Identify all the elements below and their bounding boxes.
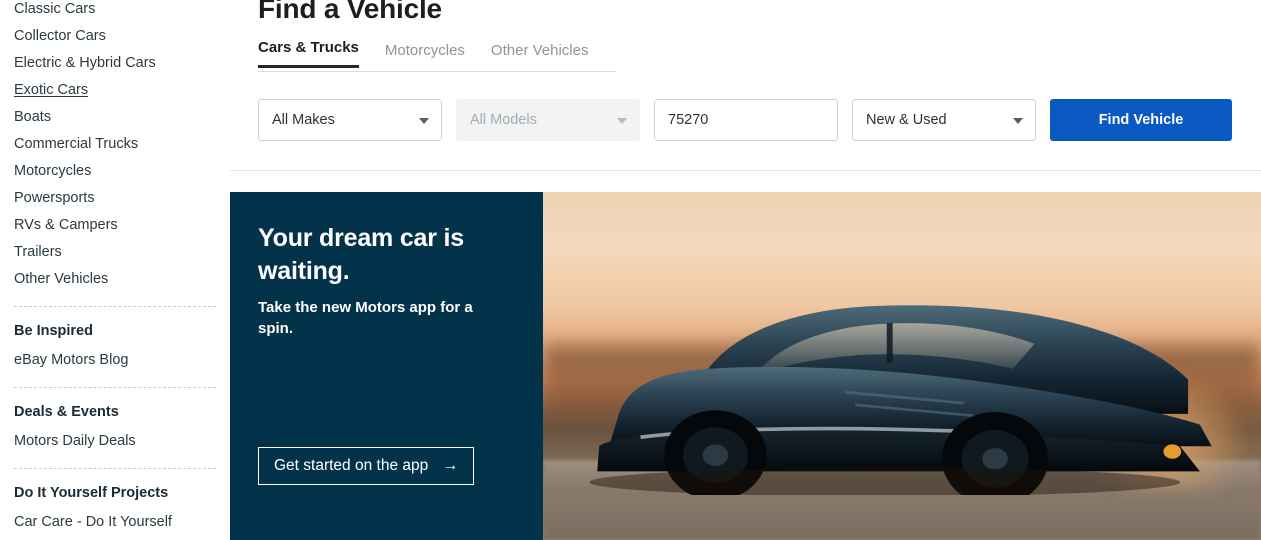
sidebar-item-commercial-trucks[interactable]: Commercial Trucks xyxy=(0,131,230,158)
vehicle-search-form: All Makes All Models New & Used Find Veh… xyxy=(258,99,1261,141)
sidebar-group-title: Do It Yourself Projects xyxy=(14,485,169,501)
find-a-vehicle-section: Find a Vehicle Cars & Trucks Motorcycles… xyxy=(230,0,1261,540)
sidebar-item-electric-hybrid-cars[interactable]: Electric & Hybrid Cars xyxy=(0,50,230,77)
sidebar-item-classic-cars[interactable]: Classic Cars xyxy=(0,0,230,23)
sidebar-divider xyxy=(14,306,216,307)
promo-heading: Your dream car is waiting. xyxy=(258,224,464,285)
sidebar-group-be-inspired: Be Inspired eBay Motors Blog xyxy=(0,320,230,374)
classic-sports-car xyxy=(550,279,1239,495)
sidebar-divider xyxy=(14,468,216,469)
sidebar-item-exotic-cars[interactable]: Exotic Cars xyxy=(0,77,230,104)
tab-cars-and-trucks[interactable]: Cars & Trucks xyxy=(258,39,359,68)
sidebar-item-collector-cars[interactable]: Collector Cars xyxy=(0,23,230,50)
sidebar-item-ebay-motors-blog[interactable]: eBay Motors Blog xyxy=(0,347,230,374)
sidebar-item-motors-daily-deals[interactable]: Motors Daily Deals xyxy=(0,428,230,455)
sidebar-group-title: Deals & Events xyxy=(14,404,119,420)
condition-select-value: New & Used xyxy=(866,112,947,128)
sidebar-divider xyxy=(14,387,216,388)
make-select[interactable]: All Makes xyxy=(258,99,442,141)
promo-subheading: Take the new Motors app for a spin. xyxy=(258,299,473,337)
tab-other-vehicles[interactable]: Other Vehicles xyxy=(491,42,589,68)
promo-car-photo xyxy=(543,192,1261,540)
sidebar-item-digital-manuals[interactable]: Digital Manuals - Instant Sell xyxy=(0,536,230,540)
sidebar-group-deals-events: Deals & Events Motors Daily Deals xyxy=(0,401,230,455)
motors-app-promo-banner: Your dream car is waiting. Take the new … xyxy=(230,192,1261,540)
find-vehicle-button[interactable]: Find Vehicle xyxy=(1050,99,1232,141)
section-divider xyxy=(230,170,1261,171)
make-select-value: All Makes xyxy=(272,112,335,128)
sidebar-item-rvs-campers[interactable]: RVs & Campers xyxy=(0,212,230,239)
sidebar-item-other-vehicles[interactable]: Other Vehicles xyxy=(0,266,230,293)
sidebar-item-powersports[interactable]: Powersports xyxy=(0,185,230,212)
zip-code-input[interactable] xyxy=(668,112,824,128)
sidebar-group-diy-projects: Do It Yourself Projects Car Care - Do It… xyxy=(0,482,230,540)
tab-motorcycles[interactable]: Motorcycles xyxy=(385,42,465,68)
sidebar-item-trailers[interactable]: Trailers xyxy=(0,239,230,266)
get-started-on-the-app-button[interactable]: Get started on the app → xyxy=(258,447,475,485)
vehicle-category-list: Classic Cars Collector Cars Electric & H… xyxy=(0,0,230,293)
ebay-motors-page: Classic Cars Collector Cars Electric & H… xyxy=(0,0,1261,540)
promo-text-panel: Your dream car is waiting. Take the new … xyxy=(230,192,543,540)
page-title: Find a Vehicle xyxy=(258,0,442,24)
chevron-down-icon xyxy=(617,118,627,124)
car-silhouette-icon xyxy=(589,305,1212,495)
tabs-underline-rule xyxy=(258,71,616,72)
cta-label: Get started on the app xyxy=(274,457,429,474)
chevron-down-icon xyxy=(1013,118,1023,124)
sidebar-item-car-care-diy[interactable]: Car Care - Do It Yourself xyxy=(0,509,230,536)
zip-code-field[interactable] xyxy=(654,99,838,141)
chevron-down-icon xyxy=(419,118,429,124)
sidebar-item-motorcycles[interactable]: Motorcycles xyxy=(0,158,230,185)
model-select-value: All Models xyxy=(470,112,537,128)
condition-select[interactable]: New & Used xyxy=(852,99,1036,141)
arrow-right-icon: → xyxy=(442,457,459,474)
category-sidebar: Classic Cars Collector Cars Electric & H… xyxy=(0,0,230,540)
model-select[interactable]: All Models xyxy=(456,99,640,141)
sidebar-group-title: Be Inspired xyxy=(14,323,93,339)
vehicle-type-tabs: Cars & Trucks Motorcycles Other Vehicles xyxy=(258,38,618,68)
sidebar-item-boats[interactable]: Boats xyxy=(0,104,230,131)
